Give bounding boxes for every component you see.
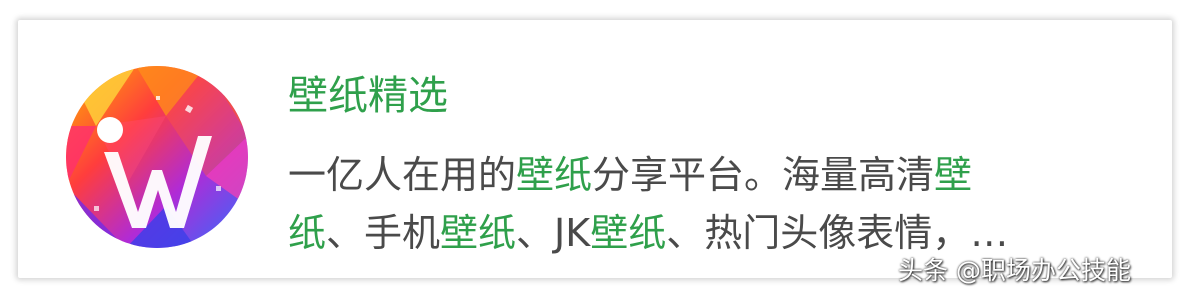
description-segment: 、热门头像表情，…: [666, 211, 1009, 255]
description-segment: 分享平台。海量高清: [592, 153, 935, 197]
description-segment: 一亿人在用的: [288, 153, 517, 197]
app-card[interactable]: 壁纸精选 一亿人在用的壁纸分享平台。海量高清壁 纸、手机壁纸、JK壁纸、热门头像…: [18, 20, 1172, 278]
app-name-text: 壁纸精选: [288, 73, 448, 119]
description-segment: 、JK: [516, 211, 591, 255]
description-segment: 、手机: [326, 211, 441, 255]
app-logo-icon[interactable]: [66, 66, 248, 248]
description-highlight: 壁: [934, 153, 973, 197]
app-description: 一亿人在用的壁纸分享平台。海量高清壁 纸、手机壁纸、JK壁纸、热门头像表情，…: [288, 146, 1088, 262]
description-highlight: 壁纸: [440, 211, 517, 255]
description-highlight: 壁纸: [590, 211, 667, 255]
description-highlight: 壁纸: [516, 153, 593, 197]
description-highlight: 纸: [288, 211, 327, 255]
watermark: 头条 @职场办公技能: [898, 256, 1131, 285]
description-line-1: 一亿人在用的壁纸分享平台。海量高清壁: [288, 146, 1088, 204]
app-name[interactable]: 壁纸精选: [288, 70, 448, 122]
